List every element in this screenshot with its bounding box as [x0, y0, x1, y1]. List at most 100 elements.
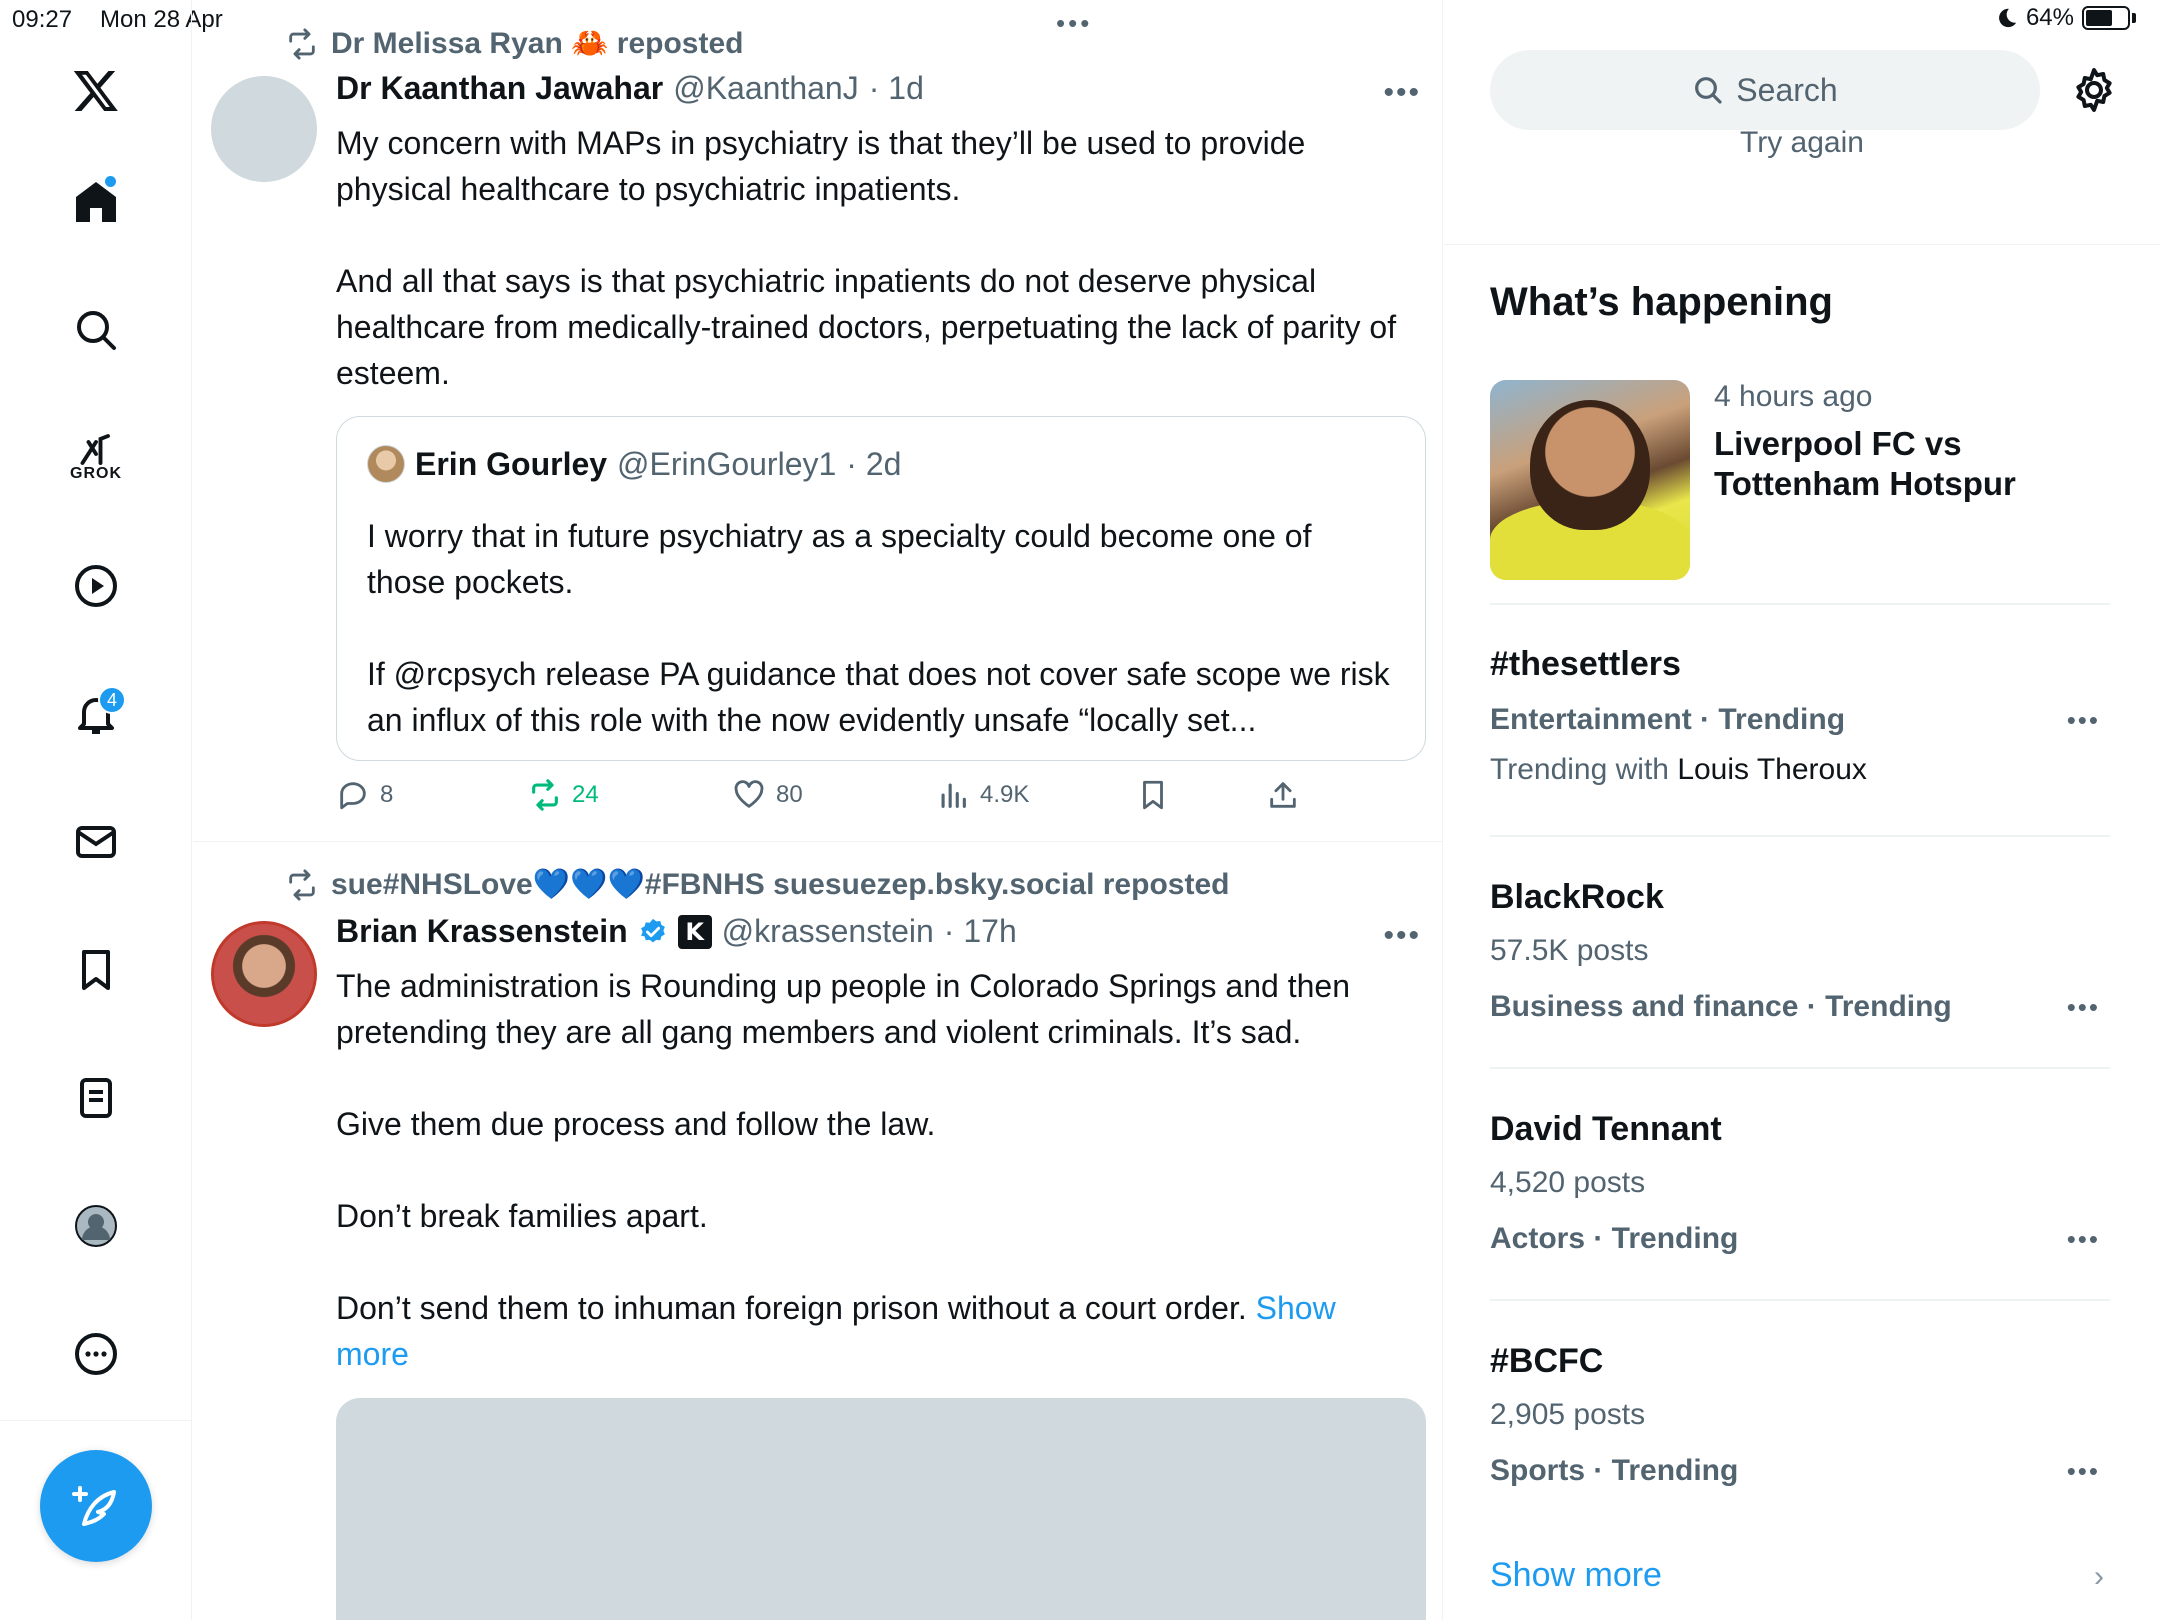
notifications-badge: 4	[98, 686, 126, 714]
search-icon	[77, 311, 116, 350]
repost-indicator: sue#NHSLove💙💙💙#FBNHS suesuezep.bsky.soci…	[285, 867, 1229, 902]
nav-messages[interactable]	[56, 802, 136, 882]
quote-author-handle: @ErinGourley1	[617, 445, 837, 482]
trend-item[interactable]: David Tennant 4,520 posts Actors · Trend…	[1490, 1110, 2110, 1260]
tweet-time[interactable]: · 1d	[869, 70, 924, 107]
event-title: Liverpool FC vs Tottenham Hotspur	[1714, 425, 2016, 502]
list-icon	[80, 1078, 112, 1118]
quote-avatar	[367, 445, 405, 483]
try-again-link[interactable]: Try again	[1444, 126, 2160, 158]
play-icon	[75, 565, 117, 607]
trend-item[interactable]: BlackRock 57.5K posts Business and finan…	[1490, 878, 2110, 1028]
nav-lists[interactable]	[56, 1058, 136, 1138]
nav-grok[interactable]: GROK	[56, 418, 136, 498]
tweet-text-content: The administration is Rounding up people…	[336, 968, 1350, 1326]
trend-separator	[1490, 1067, 2110, 1069]
trend-title: BlackRock	[1490, 878, 1664, 916]
whats-happening-title: What’s happening	[1490, 280, 1833, 324]
trend-extra-prefix: Trending with	[1490, 753, 1678, 786]
author-name[interactable]: Brian Krassenstein	[336, 913, 628, 950]
trend-more-icon[interactable]: •••	[2067, 1456, 2100, 1487]
avatar[interactable]	[211, 921, 317, 1027]
grok-icon	[80, 434, 110, 465]
tweet-header: Dr Kaanthan Jawahar @KaanthanJ · 1d	[336, 70, 924, 107]
event-image	[1490, 380, 1690, 580]
repost-label[interactable]: sue#NHSLove💙💙💙#FBNHS suesuezep.bsky.soci…	[331, 867, 1229, 902]
share-button[interactable]	[1266, 778, 1300, 812]
quote-tweet[interactable]: Erin Gourley @ErinGourley1 · 2d I worry …	[336, 416, 1426, 761]
trend-extra-name: Louis Theroux	[1677, 753, 1867, 786]
trend-posts: 2,905 posts	[1490, 1398, 1646, 1431]
trend-item[interactable]: #thesettlers Entertainment · Trending Tr…	[1490, 645, 2110, 795]
nav-bookmarks[interactable]	[56, 930, 136, 1010]
analytics-icon	[941, 783, 966, 808]
tweet-header: Brian Krassenstein K @krassenstein · 17h	[336, 913, 1017, 950]
tweet-text: The administration is Rounding up people…	[336, 963, 1416, 1377]
profile-avatar-icon	[75, 1205, 117, 1247]
tweet-actions: 8 24 80 4.9K	[336, 778, 1316, 824]
left-nav: GROK 4	[0, 0, 192, 1620]
gear-icon[interactable]	[2070, 66, 2118, 114]
repost-indicator: Dr Melissa Ryan 🦀 reposted	[285, 26, 744, 61]
event-card[interactable]: 4 hours ago Liverpool FC vs Tottenham Ho…	[1490, 380, 2110, 580]
tweet-more-icon[interactable]: •••	[1383, 919, 1421, 953]
bookmark-button[interactable]	[1136, 778, 1170, 812]
nav-profile[interactable]	[56, 1186, 136, 1266]
tweet-text: My concern with MAPs in psychiatry is th…	[336, 125, 1397, 391]
quote-header: Erin Gourley @ErinGourley1 · 2d	[367, 445, 901, 483]
search-placeholder: Search	[1736, 71, 1838, 108]
trend-category: Entertainment · Trending	[1490, 703, 1846, 736]
compose-button[interactable]	[40, 1450, 152, 1562]
right-sidebar: Search Try again What’s happening 4 hour…	[1444, 0, 2160, 1620]
quote-time: · 2d	[846, 445, 902, 482]
heart-icon	[734, 780, 764, 808]
like-button[interactable]: 80	[732, 778, 803, 812]
nav-explore[interactable]	[56, 290, 136, 370]
main-feed: Dr Melissa Ryan 🦀 reposted Dr Kaanthan J…	[193, 0, 1443, 1620]
author-handle[interactable]: @krassenstein	[722, 913, 934, 950]
author-handle[interactable]: @KaanthanJ	[673, 70, 859, 107]
author-name[interactable]: Dr Kaanthan Jawahar	[336, 70, 663, 107]
reply-button[interactable]: 8	[336, 778, 393, 812]
trend-posts: 4,520 posts	[1490, 1166, 1646, 1199]
tweet-more-icon[interactable]: •••	[1383, 76, 1421, 110]
nav-home[interactable]	[56, 162, 136, 242]
trends-show-more-link[interactable]: Show more	[1490, 1556, 1662, 1595]
trend-separator	[1490, 1299, 2110, 1301]
repost-icon	[532, 779, 558, 811]
nav-more[interactable]	[56, 1314, 136, 1394]
tweet[interactable]: sue#NHSLove💙💙💙#FBNHS suesuezep.bsky.soci…	[193, 843, 1442, 1620]
like-count: 80	[776, 781, 803, 808]
repost-label[interactable]: Dr Melissa Ryan 🦀 reposted	[331, 26, 744, 61]
affiliate-badge[interactable]: K	[677, 914, 712, 949]
tweet[interactable]: Dr Melissa Ryan 🦀 reposted Dr Kaanthan J…	[193, 0, 1442, 842]
compose-feather-icon	[72, 1486, 116, 1526]
media-placeholder[interactable]	[336, 1398, 1426, 1620]
trend-separator	[1490, 603, 2110, 605]
trend-more-icon[interactable]: •••	[2067, 992, 2100, 1023]
quote-text: I worry that in future psychiatry as a s…	[367, 518, 1390, 738]
views-button[interactable]: 4.9K	[936, 778, 1029, 812]
trend-more-icon[interactable]: •••	[2067, 705, 2100, 736]
repost-count: 24	[572, 781, 599, 808]
nav-video[interactable]	[56, 546, 136, 626]
avatar[interactable]	[211, 76, 317, 182]
x-logo-icon[interactable]	[56, 50, 136, 130]
home-new-dot	[105, 176, 116, 187]
share-icon	[1270, 782, 1296, 808]
mail-icon	[76, 826, 116, 858]
trend-title: #BCFC	[1490, 1342, 1604, 1380]
trend-item[interactable]: #BCFC 2,905 posts Sports · Trending •••	[1490, 1342, 2110, 1492]
grok-label: GROK	[70, 465, 122, 482]
nav-notifications[interactable]: 4	[56, 674, 136, 754]
trend-title: David Tennant	[1490, 1110, 1722, 1148]
verified-badge-icon	[640, 918, 665, 942]
repost-button[interactable]: 24	[528, 778, 599, 812]
tweet-time[interactable]: · 17h	[944, 913, 1017, 950]
search-input[interactable]: Search	[1490, 50, 2040, 130]
trend-more-icon[interactable]: •••	[2067, 1224, 2100, 1255]
trend-category: Actors · Trending	[1490, 1222, 1739, 1255]
repost-icon	[289, 868, 315, 901]
bookmark-icon	[82, 950, 110, 990]
view-count: 4.9K	[980, 781, 1030, 808]
